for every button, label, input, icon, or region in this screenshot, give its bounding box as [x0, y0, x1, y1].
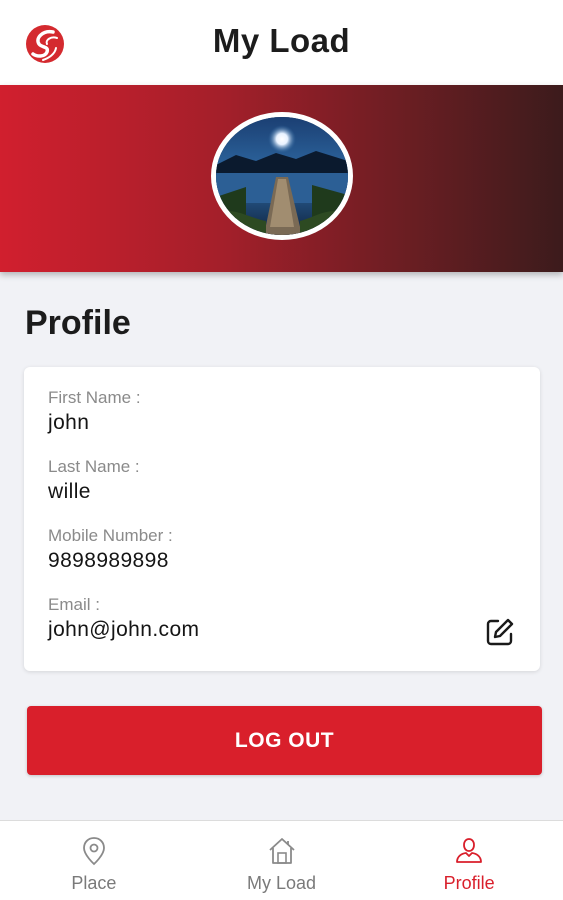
mobile-number-value: 9898989898: [48, 549, 169, 572]
section-title: Profile: [25, 304, 131, 342]
logout-button[interactable]: LOG OUT: [27, 706, 542, 775]
app-bar: My Load: [0, 0, 563, 85]
nav-item-place[interactable]: Place: [0, 821, 188, 900]
first-name-value: john: [48, 411, 90, 434]
nav-item-my-load[interactable]: My Load: [188, 821, 376, 900]
last-name-label: Last Name :: [48, 457, 140, 476]
first-name-label: First Name :: [48, 388, 141, 407]
nav-label-place: Place: [71, 873, 117, 893]
email-label: Email :: [48, 595, 100, 614]
mobile-number-label: Mobile Number :: [48, 526, 173, 545]
nav-item-profile[interactable]: Profile: [375, 821, 563, 900]
last-name-value: wille: [48, 480, 91, 503]
page-title: My Load: [212, 22, 351, 59]
edit-icon[interactable]: [484, 616, 516, 648]
avatar: [211, 112, 353, 240]
user-icon: [456, 838, 483, 863]
nav-label-profile: Profile: [443, 873, 495, 893]
email-value: john@john.com: [48, 618, 200, 641]
profile-card: First Name : john Last Name : wille Mobi…: [24, 367, 540, 671]
nav-label-my-load: My Load: [246, 873, 317, 893]
home-icon: [268, 838, 295, 864]
location-pin-icon: [82, 837, 105, 866]
bottom-nav: Place My Load Profile: [0, 820, 563, 900]
